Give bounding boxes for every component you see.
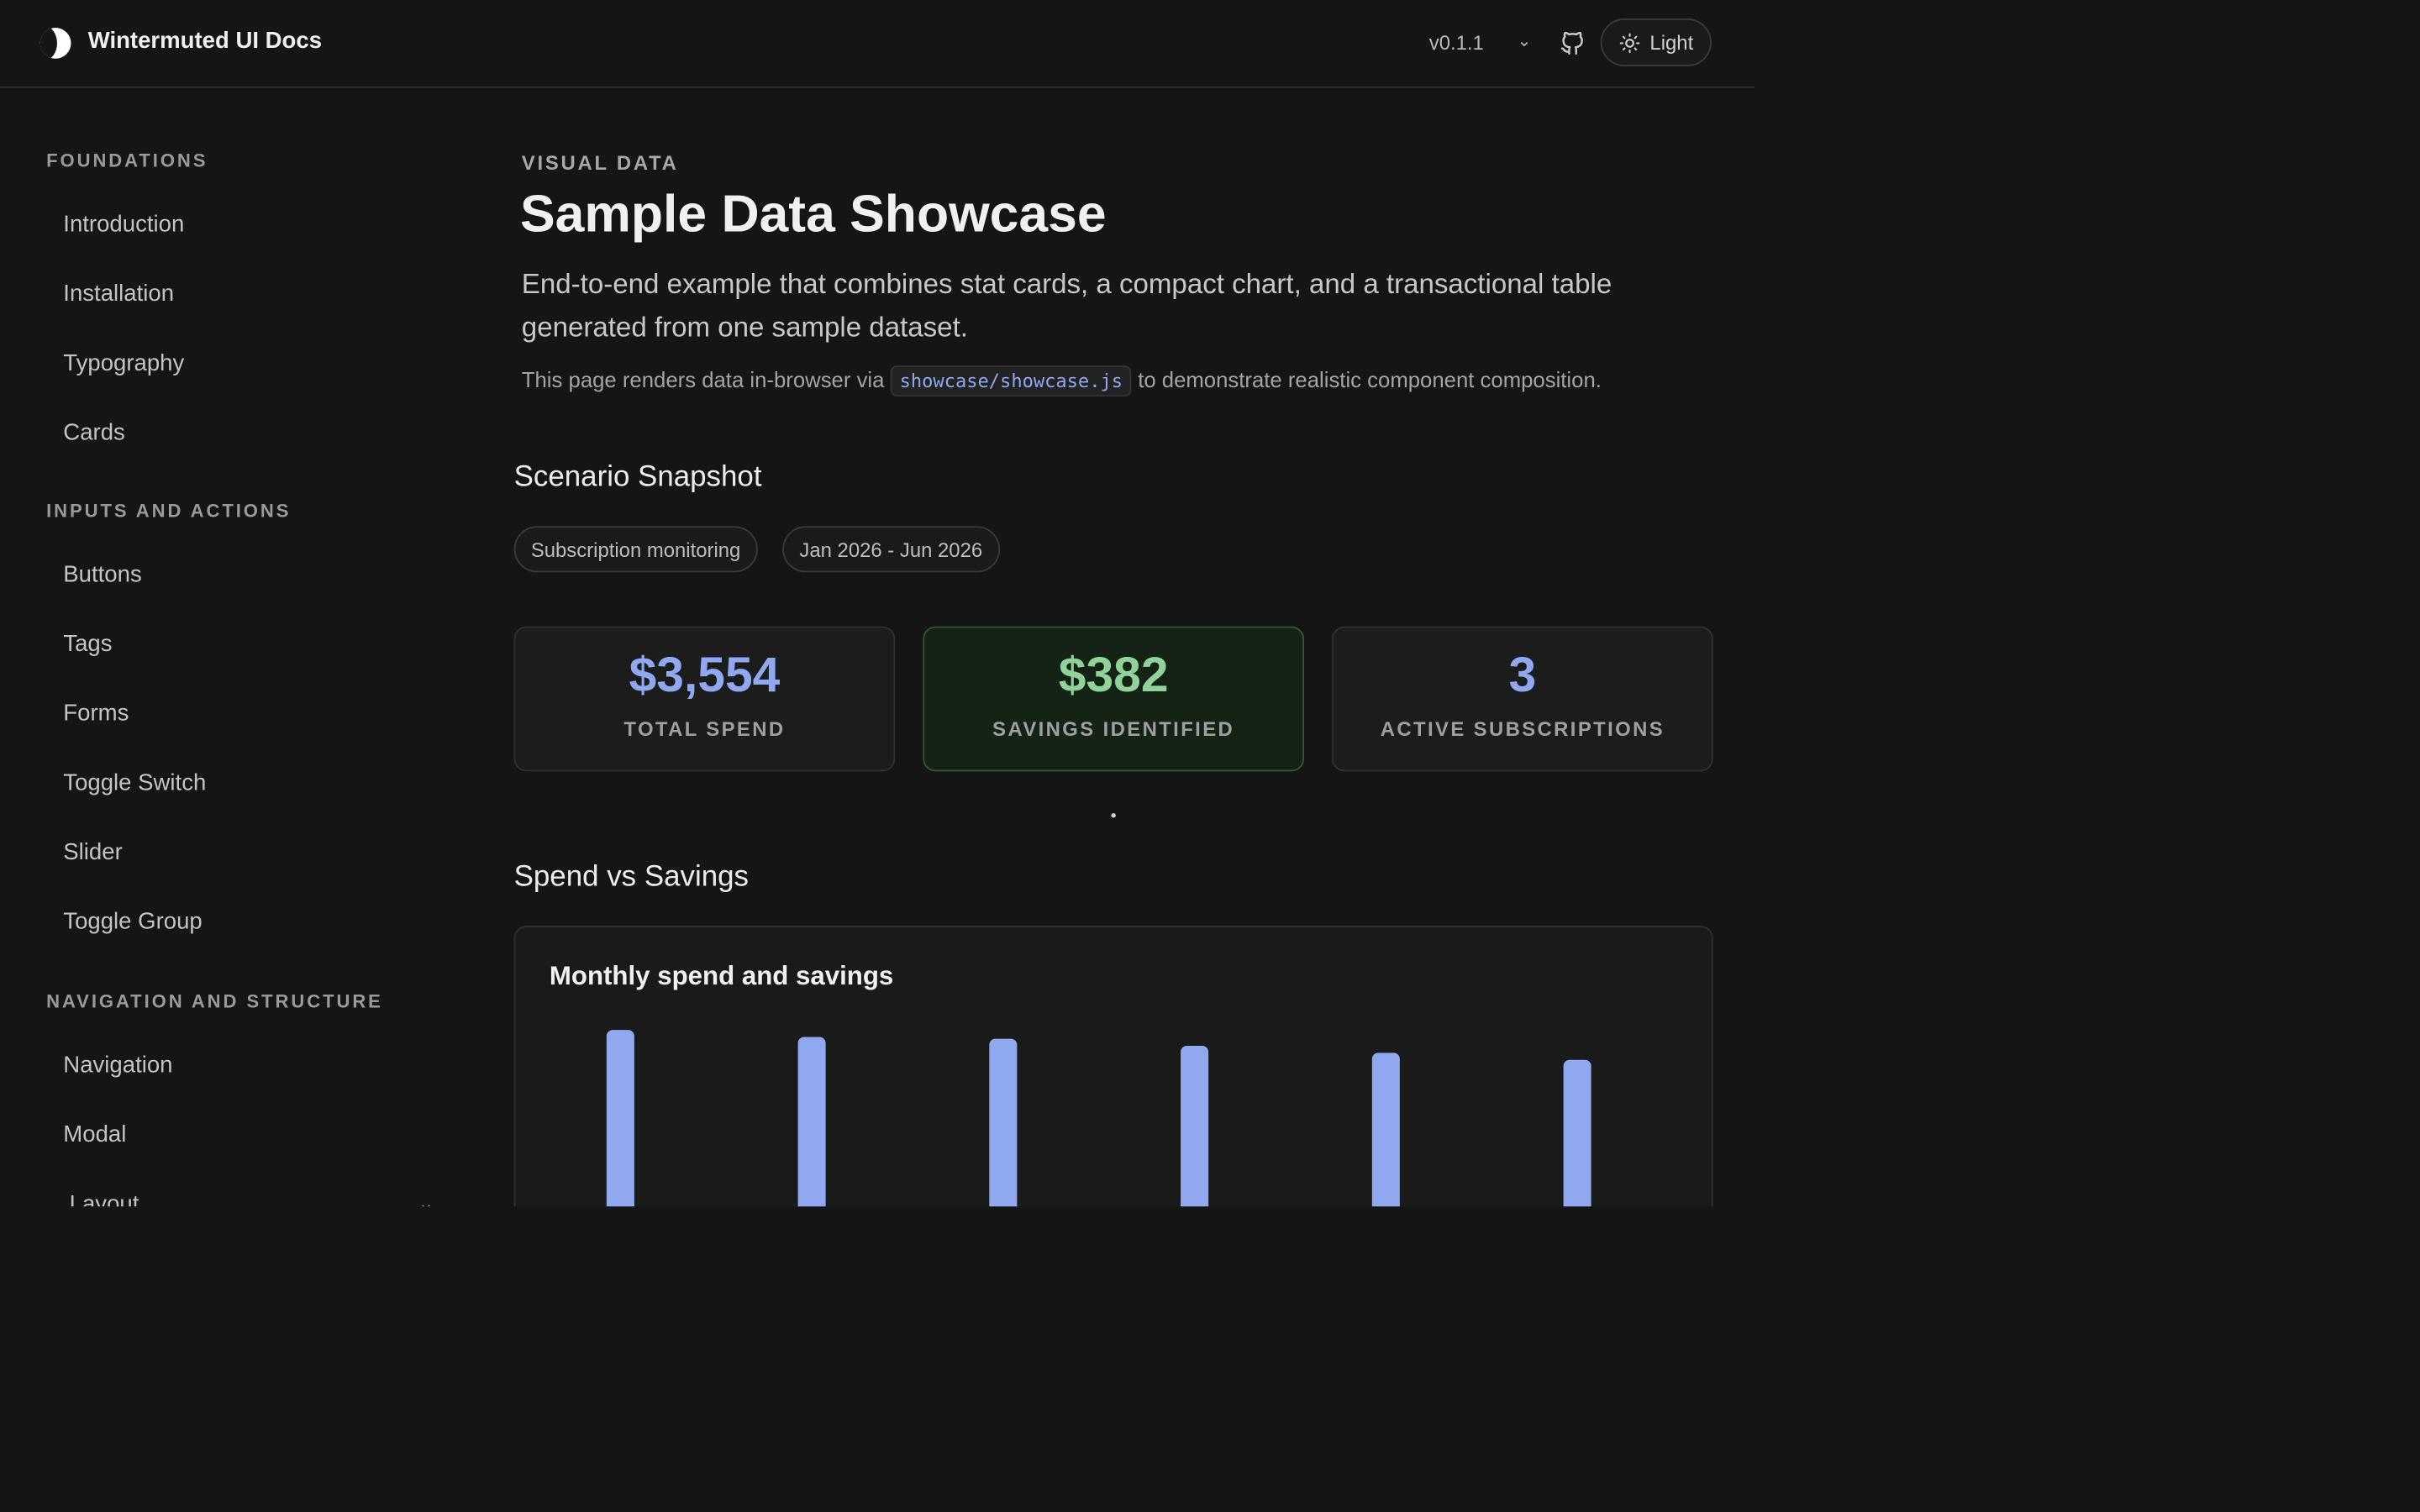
chart-bar (1181, 1045, 1209, 1207)
page-lead: End-to-end example that combines stat ca… (521, 268, 1612, 343)
chart-bar (797, 1037, 826, 1207)
chart-bar (1563, 1059, 1591, 1207)
loading-dot (1111, 812, 1116, 818)
stat-label: TOTAL SPEND (623, 717, 786, 741)
chart-heading: Spend vs Savings (513, 860, 749, 894)
stat-value: 3 (1508, 646, 1537, 702)
chart-panel: Monthly spend and savings (513, 926, 1713, 1207)
app-root: Wintermuted UI Docs v0.1.1 ⌄ Light FOUND… (0, 0, 2420, 1512)
main-content: VISUAL DATA Sample Data Showcase End-to-… (0, 0, 1754, 1207)
stat-label: ACTIVE SUBSCRIPTIONS (1380, 717, 1665, 741)
note-text-after: to demonstrate realistic component compo… (1132, 367, 1602, 392)
date-range-chip: Jan 2026 - Jun 2026 (782, 526, 1000, 573)
stat-value: $3,554 (629, 646, 781, 702)
note-text-before: This page renders data in-browser via (521, 367, 891, 392)
scenario-chip: Subscription monitoring (513, 526, 758, 573)
stat-label: SAVINGS IDENTIFIED (992, 717, 1235, 741)
page-eyebrow: VISUAL DATA (521, 150, 679, 175)
chart-bar (606, 1030, 634, 1207)
page-note: This page renders data in-browser via sh… (521, 365, 1602, 397)
stat-card-total-spend: $3,554 TOTAL SPEND (513, 626, 896, 772)
stat-value: $382 (1058, 646, 1169, 702)
chart-bar (989, 1038, 1018, 1207)
note-code: showcase/showcase.js (890, 365, 1133, 397)
snapshot-heading: Scenario Snapshot (513, 461, 762, 494)
stat-card-savings: $382 SAVINGS IDENTIFIED (923, 626, 1305, 772)
chart-bar (1371, 1053, 1400, 1207)
bar-chart (606, 1030, 1591, 1207)
stat-card-active-subscriptions: 3 ACTIVE SUBSCRIPTIONS (1332, 626, 1713, 772)
page-title: Sample Data Showcase (519, 185, 1107, 244)
